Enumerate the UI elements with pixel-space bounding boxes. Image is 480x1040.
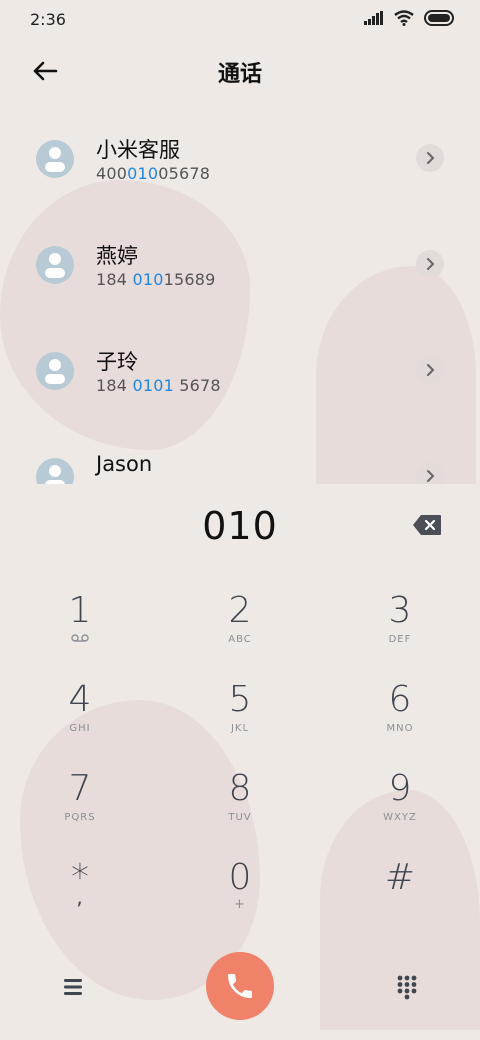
header: 通话 [0, 46, 480, 94]
avatar [36, 352, 74, 390]
voicemail-icon [71, 634, 89, 642]
key-letters: DEF [388, 634, 412, 645]
key-letters: , [76, 885, 84, 909]
key-7[interactable]: 7 PQRS [20, 768, 140, 850]
key-3[interactable]: 3 DEF [340, 590, 460, 672]
key-digit: 4 [68, 679, 92, 720]
contact-number: 184 0101 5678 [96, 376, 221, 395]
key-6[interactable]: 6 MNO [340, 679, 460, 761]
key-digit: 9 [388, 768, 412, 809]
key-star[interactable]: * , [20, 857, 140, 939]
contact-number: 40001005678 [96, 164, 211, 183]
key-digit: 1 [68, 590, 92, 631]
contact-item[interactable]: 小米客服 40001005678 [0, 120, 480, 226]
key-0[interactable]: 0 + [180, 857, 300, 939]
dialed-digits: 010 [202, 504, 278, 548]
key-letters: JKL [230, 723, 250, 734]
dial-display: 010 [0, 500, 480, 560]
key-digit: 2 [228, 590, 252, 631]
dialpad-icon[interactable] [394, 974, 420, 1000]
avatar [36, 246, 74, 284]
signal-icon [364, 11, 383, 25]
key-letters: TUV [228, 812, 252, 823]
chevron-right-icon [427, 364, 435, 376]
chevron-right-icon [427, 470, 435, 482]
key-digit: # [384, 857, 416, 898]
contact-detail-button[interactable] [416, 144, 444, 172]
key-digit: 6 [388, 679, 412, 720]
chevron-right-icon [427, 258, 435, 270]
status-icons [364, 10, 454, 26]
call-button[interactable] [206, 952, 274, 1020]
contact-name: 燕婷 [96, 244, 138, 268]
chevron-right-icon [427, 152, 435, 164]
contact-name: 小米客服 [96, 138, 180, 162]
key-digit: 7 [68, 768, 92, 809]
wifi-icon [394, 10, 414, 26]
key-digit: 8 [228, 768, 252, 809]
key-5[interactable]: 5 JKL [180, 679, 300, 761]
key-letters: GHI [69, 723, 91, 734]
contact-name: Jason [96, 452, 153, 476]
key-2[interactable]: 2 ABC [180, 590, 300, 672]
avatar [36, 458, 74, 484]
contact-detail-button[interactable] [416, 250, 444, 278]
contact-detail-button[interactable] [416, 356, 444, 384]
contact-number: 184 01015689 [96, 270, 216, 289]
status-bar: 2:36 [0, 0, 480, 40]
battery-icon [424, 10, 454, 26]
key-digit: 3 [388, 590, 412, 631]
backspace-icon[interactable] [412, 514, 442, 536]
bottom-bar [0, 950, 480, 1030]
key-9[interactable]: 9 WXYZ [340, 768, 460, 850]
key-letters: PQRS [64, 812, 96, 823]
avatar [36, 140, 74, 178]
key-4[interactable]: 4 GHI [20, 679, 140, 761]
menu-icon[interactable] [60, 974, 86, 1000]
page-title: 通话 [217, 62, 262, 87]
contact-item[interactable]: 燕婷 184 01015689 [0, 226, 480, 332]
key-digit: 5 [228, 679, 252, 720]
key-letters: WXYZ [383, 812, 417, 823]
key-8[interactable]: 8 TUV [180, 768, 300, 850]
key-hash[interactable]: # [340, 857, 460, 939]
status-time: 2:36 [30, 10, 66, 29]
key-1[interactable]: 1 [20, 590, 140, 672]
key-letters: + [234, 897, 246, 912]
contact-list: 小米客服 40001005678 燕婷 184 01015689 子玲 184 … [0, 120, 480, 484]
contact-name: 子玲 [96, 350, 138, 374]
key-digit: 0 [228, 857, 252, 898]
key-letters: ABC [228, 634, 252, 645]
phone-icon [228, 974, 252, 998]
contact-item[interactable]: 子玲 184 0101 5678 [0, 332, 480, 438]
contact-detail-button[interactable] [416, 462, 444, 484]
contact-item[interactable]: Jason [0, 438, 480, 484]
key-letters: MNO [386, 723, 414, 734]
